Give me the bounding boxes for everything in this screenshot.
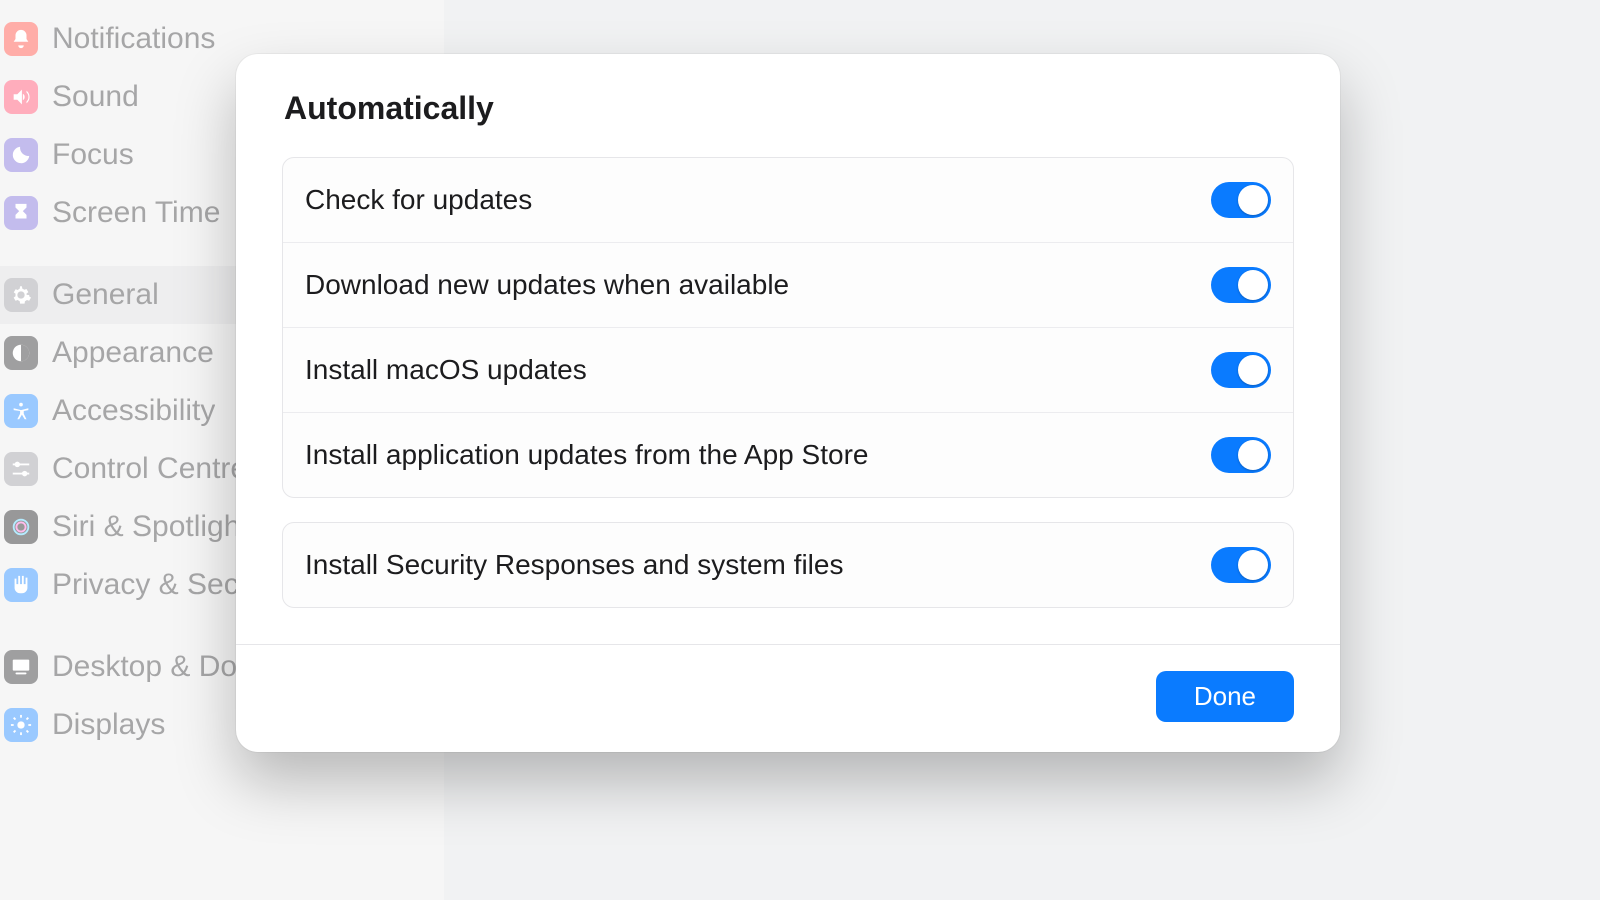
automatic-updates-sheet: Automatically Check for updates Download… xyxy=(236,54,1340,752)
toggle-download-new-updates[interactable] xyxy=(1211,267,1271,303)
toggle-install-app-store-updates[interactable] xyxy=(1211,437,1271,473)
toggle-check-for-updates[interactable] xyxy=(1211,182,1271,218)
toggle-install-macos-updates[interactable] xyxy=(1211,352,1271,388)
row-label: Install macOS updates xyxy=(305,354,587,386)
sheet-footer: Done xyxy=(282,645,1294,722)
done-button[interactable]: Done xyxy=(1156,671,1294,722)
toggle-install-security-responses[interactable] xyxy=(1211,547,1271,583)
row-install-app-store-updates: Install application updates from the App… xyxy=(283,412,1293,497)
row-install-security-responses: Install Security Responses and system fi… xyxy=(283,523,1293,607)
row-download-new-updates: Download new updates when available xyxy=(283,242,1293,327)
settings-group-1: Check for updates Download new updates w… xyxy=(282,157,1294,498)
row-label: Install Security Responses and system fi… xyxy=(305,549,843,581)
settings-group-2: Install Security Responses and system fi… xyxy=(282,522,1294,608)
row-label: Install application updates from the App… xyxy=(305,439,868,471)
row-label: Download new updates when available xyxy=(305,269,789,301)
row-check-for-updates: Check for updates xyxy=(283,158,1293,242)
sheet-title: Automatically xyxy=(282,90,1294,127)
row-label: Check for updates xyxy=(305,184,532,216)
row-install-macos-updates: Install macOS updates xyxy=(283,327,1293,412)
